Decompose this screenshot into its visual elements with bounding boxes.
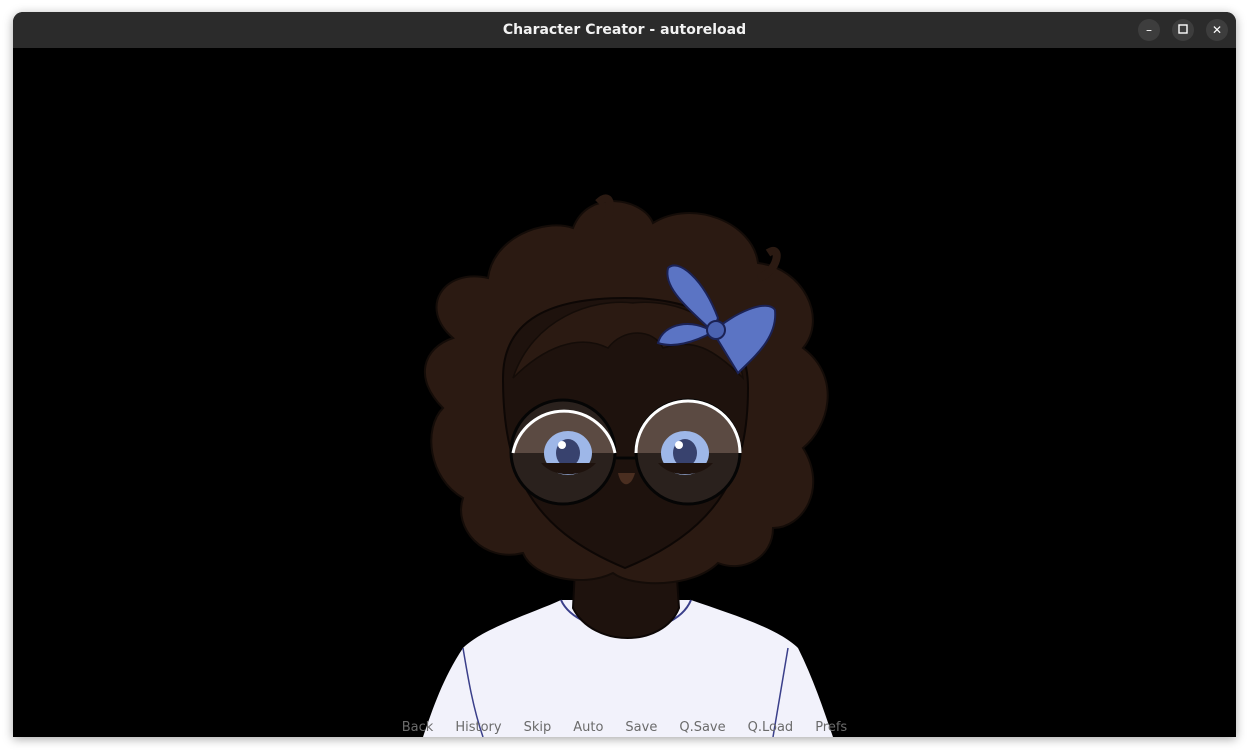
quick-menu-skip[interactable]: Skip bbox=[513, 720, 563, 736]
minimize-button[interactable]: – bbox=[1138, 19, 1160, 41]
quick-menu-save[interactable]: Save bbox=[614, 720, 668, 736]
quick-menu-history[interactable]: History bbox=[444, 720, 512, 736]
minimize-icon: – bbox=[1146, 23, 1152, 37]
quick-menu-qload[interactable]: Q.Load bbox=[737, 720, 805, 736]
quick-menu-back[interactable]: Back bbox=[391, 720, 445, 736]
game-viewport[interactable]: Back History Skip Auto Save Q.Save Q.Loa… bbox=[13, 48, 1236, 737]
quick-menu: Back History Skip Auto Save Q.Save Q.Loa… bbox=[13, 720, 1236, 736]
window-title: Character Creator - autoreload bbox=[502, 22, 747, 38]
close-icon: ✕ bbox=[1211, 23, 1223, 37]
quick-menu-qsave[interactable]: Q.Save bbox=[668, 720, 736, 736]
app-window: Character Creator - autoreload – ✕ Back … bbox=[13, 12, 1236, 737]
maximize-icon bbox=[1178, 23, 1188, 37]
quick-menu-auto[interactable]: Auto bbox=[562, 720, 614, 736]
character-sprite bbox=[423, 194, 833, 737]
maximize-button[interactable] bbox=[1172, 19, 1194, 41]
quick-menu-prefs[interactable]: Prefs bbox=[804, 720, 858, 736]
close-button[interactable]: ✕ bbox=[1206, 19, 1228, 41]
title-bar[interactable]: Character Creator - autoreload – ✕ bbox=[13, 12, 1236, 48]
